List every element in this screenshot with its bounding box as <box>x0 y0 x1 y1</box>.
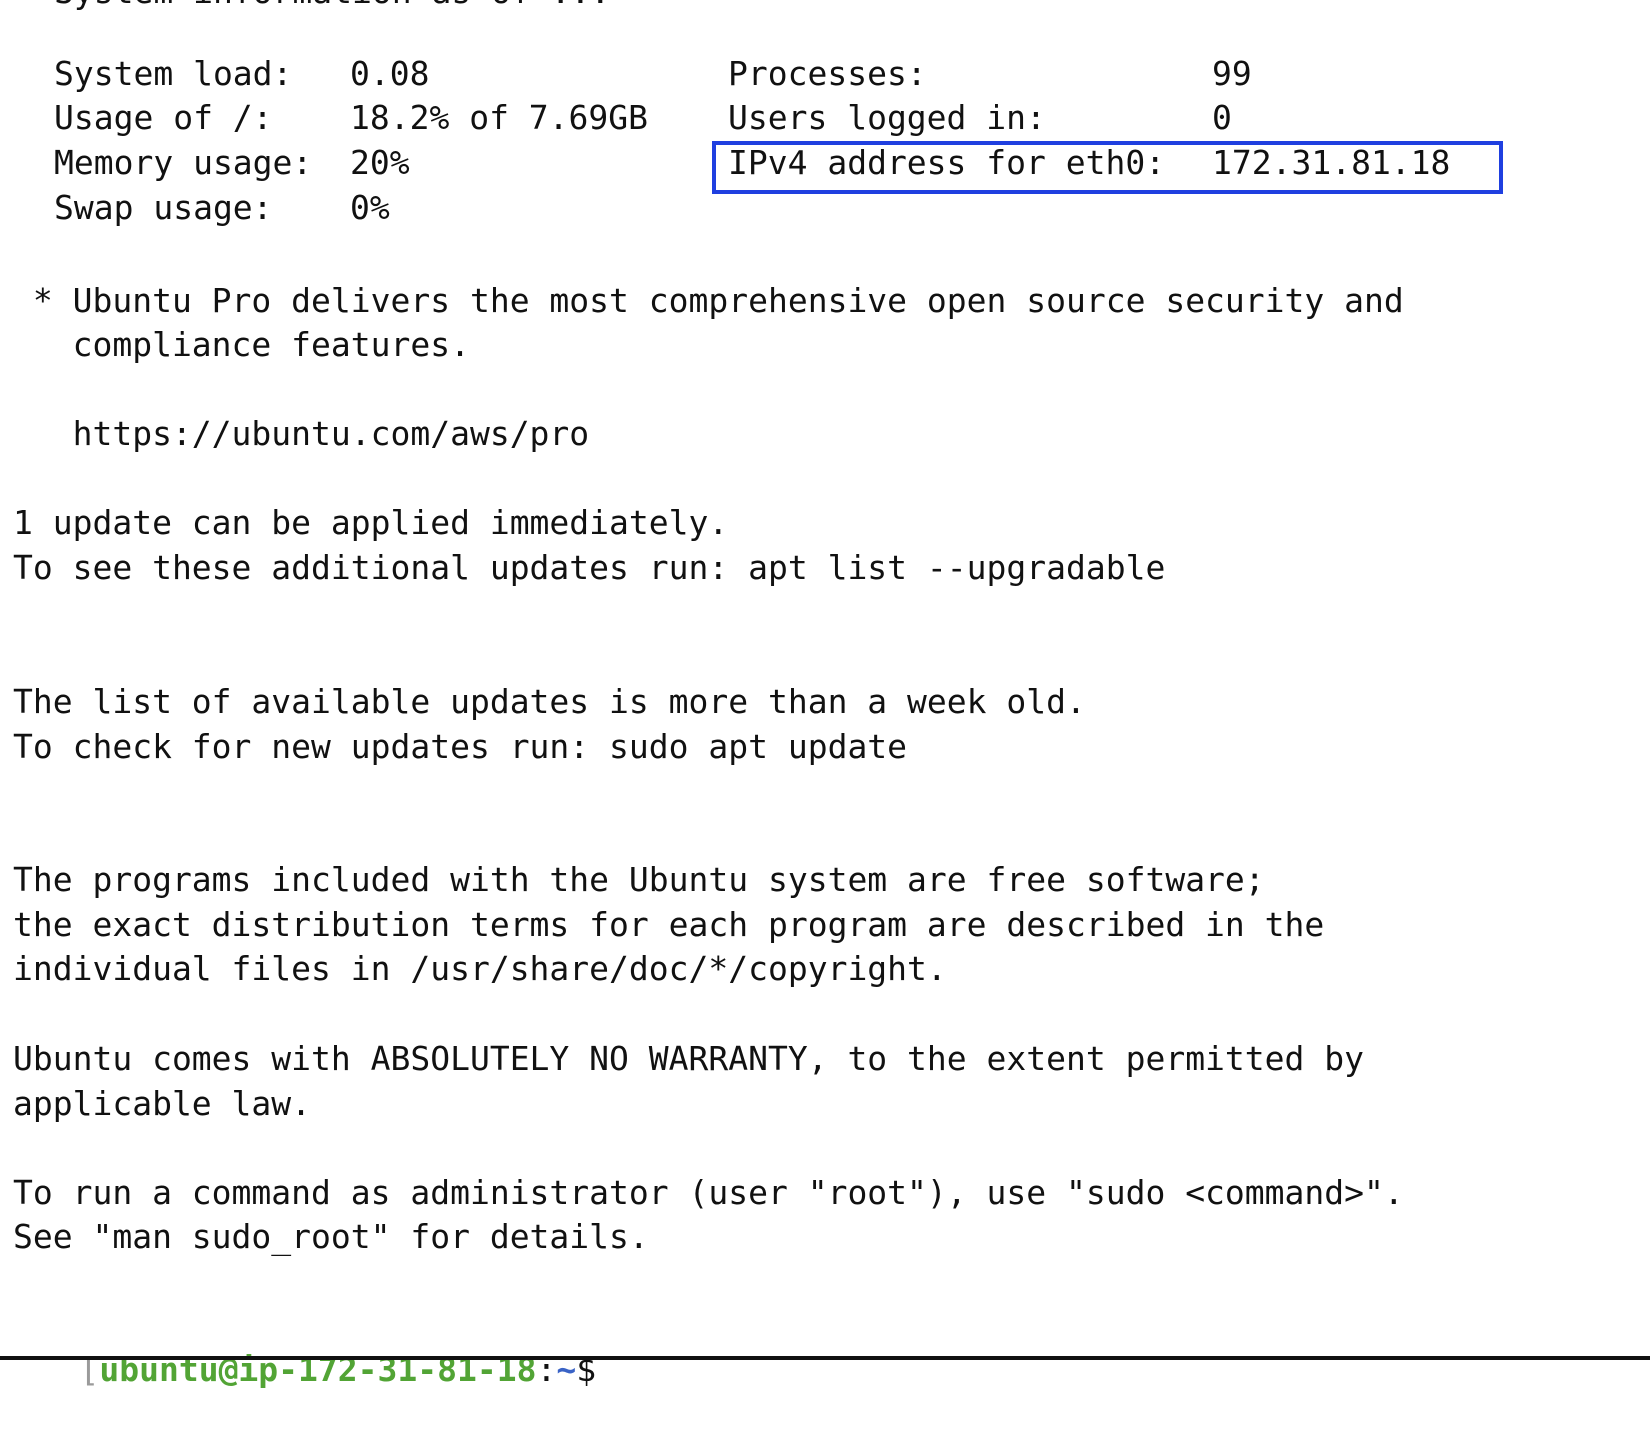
system-load-value: 0.08 <box>350 54 430 93</box>
ipv4-label: IPv4 address for eth0: <box>728 143 1166 182</box>
warranty-line-1: Ubuntu comes with ABSOLUTELY NO WARRANTY… <box>13 1039 1365 1078</box>
swap-usage-value: 0% <box>350 188 390 227</box>
update-age-line-1: The list of available updates is more th… <box>13 682 1086 721</box>
sudo-hint-line-2: See "man sudo_root" for details. <box>13 1217 649 1256</box>
memory-usage-value: 20% <box>350 143 410 182</box>
shell-prompt[interactable]: [ubuntu@ip-172-31-81-18:~$ <box>0 1304 596 1389</box>
update-age-line-2: To check for new updates run: sudo apt u… <box>13 727 908 766</box>
updates-line-2: To see these additional updates run: apt… <box>13 548 1166 587</box>
license-line-1: The programs included with the Ubuntu sy… <box>13 860 1265 899</box>
warranty-line-2: applicable law. <box>13 1084 312 1123</box>
top-partial-line: System information as of ... <box>54 0 610 14</box>
users-logged-in-label: Users logged in: <box>728 98 1046 137</box>
terminal-window[interactable]: System information as of ... System load… <box>0 0 1650 1389</box>
license-line-2: the exact distribution terms for each pr… <box>13 905 1325 944</box>
system-load-label: System load: <box>54 54 293 93</box>
usage-label: Usage of /: <box>54 98 273 137</box>
pro-notice-line-2: compliance features. <box>13 325 470 364</box>
window-bottom-edge <box>0 1356 1650 1360</box>
updates-line-1: 1 update can be applied immediately. <box>13 503 729 542</box>
sudo-hint-line-1: To run a command as administrator (user … <box>13 1173 1404 1212</box>
processes-label: Processes: <box>728 54 927 93</box>
license-line-3: individual files in /usr/share/doc/*/cop… <box>13 949 947 988</box>
processes-value: 99 <box>1212 54 1252 93</box>
pro-notice-url[interactable]: https://ubuntu.com/aws/pro <box>13 412 590 456</box>
usage-value: 18.2% of 7.69GB <box>350 98 649 137</box>
pro-notice-line-1: * Ubuntu Pro delivers the most comprehen… <box>13 281 1404 320</box>
memory-usage-label: Memory usage: <box>54 143 313 182</box>
ipv4-value: 172.31.81.18 <box>1212 143 1451 182</box>
swap-usage-label: Swap usage: <box>54 188 273 227</box>
users-logged-in-value: 0 <box>1212 98 1232 137</box>
